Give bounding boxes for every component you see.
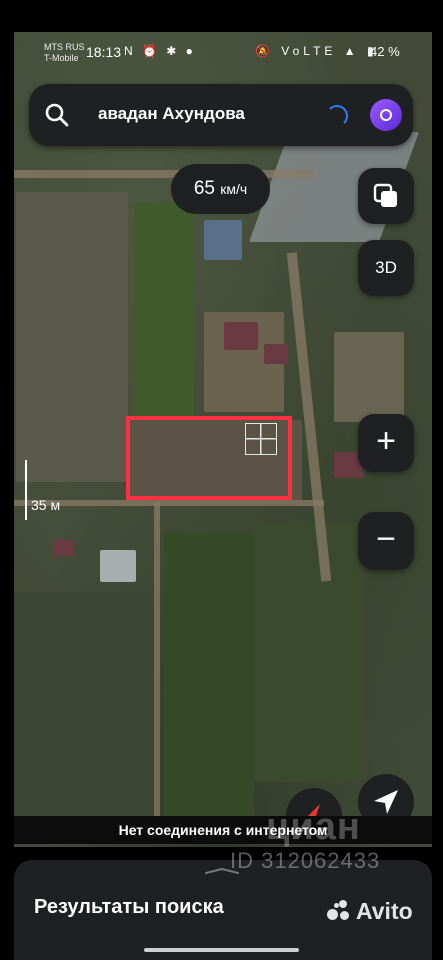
map-building [224, 322, 258, 350]
status-icons-left: N ⏰ ✱ ● [124, 44, 196, 58]
status-time: 18:13 [86, 44, 122, 60]
home-indicator[interactable] [144, 948, 299, 952]
map-field [134, 202, 194, 422]
search-icon[interactable] [43, 101, 71, 129]
carrier-info: MTS RUS T-Mobile [44, 42, 85, 64]
no-connection-toast: Нет соединения с интернетом [14, 816, 432, 844]
plot-marker [245, 423, 277, 455]
map-field [164, 532, 254, 832]
map-road [14, 500, 324, 506]
avito-text: Avito [356, 898, 413, 924]
search-query[interactable]: авадан Ахундова [98, 104, 245, 124]
cian-watermark: циан [266, 806, 361, 848]
map-field [254, 522, 364, 782]
carrier-1: MTS RUS [44, 42, 85, 52]
map-building [204, 220, 242, 260]
loading-spinner-icon [326, 105, 348, 127]
status-icons-right: 🔕 VoLTE ▲ ▮ [255, 44, 378, 58]
search-bar[interactable]: авадан Ахундова [29, 84, 413, 146]
map-field [334, 332, 404, 422]
map-field [14, 592, 154, 832]
layers-icon [373, 183, 397, 207]
map-building [264, 344, 288, 364]
speed-indicator: 65 км/ч [171, 164, 270, 214]
phone-screen: MTS RUS T-Mobile 18:13 N ⏰ ✱ ● 🔕 VoLTE ▲… [0, 0, 443, 960]
scale-bar [25, 460, 27, 520]
map-road [154, 502, 160, 842]
map-building [54, 540, 74, 556]
layers-button[interactable] [358, 168, 414, 224]
search-results-title: Результаты поиска [34, 896, 224, 918]
map-road [14, 170, 314, 178]
status-bar: MTS RUS T-Mobile 18:13 N ⏰ ✱ ● 🔕 VoLTE ▲… [0, 32, 443, 66]
battery-level: 42 % [370, 44, 400, 59]
carrier-2: T-Mobile [44, 53, 79, 63]
zoom-in-button[interactable]: + [358, 414, 414, 472]
map-field [16, 192, 128, 482]
listing-id-watermark: ID 312062433 [230, 848, 381, 873]
speed-value: 65 [193, 178, 215, 199]
map-building [100, 550, 136, 582]
scale-label: 35 м [31, 497, 61, 513]
3d-button[interactable]: 3D [358, 240, 414, 296]
speed-unit: км/ч [220, 181, 248, 197]
avito-logo-icon [327, 900, 353, 922]
avito-watermark: Avito [327, 898, 413, 925]
zoom-out-button[interactable]: − [358, 512, 414, 570]
alice-assistant-icon[interactable] [370, 99, 402, 131]
